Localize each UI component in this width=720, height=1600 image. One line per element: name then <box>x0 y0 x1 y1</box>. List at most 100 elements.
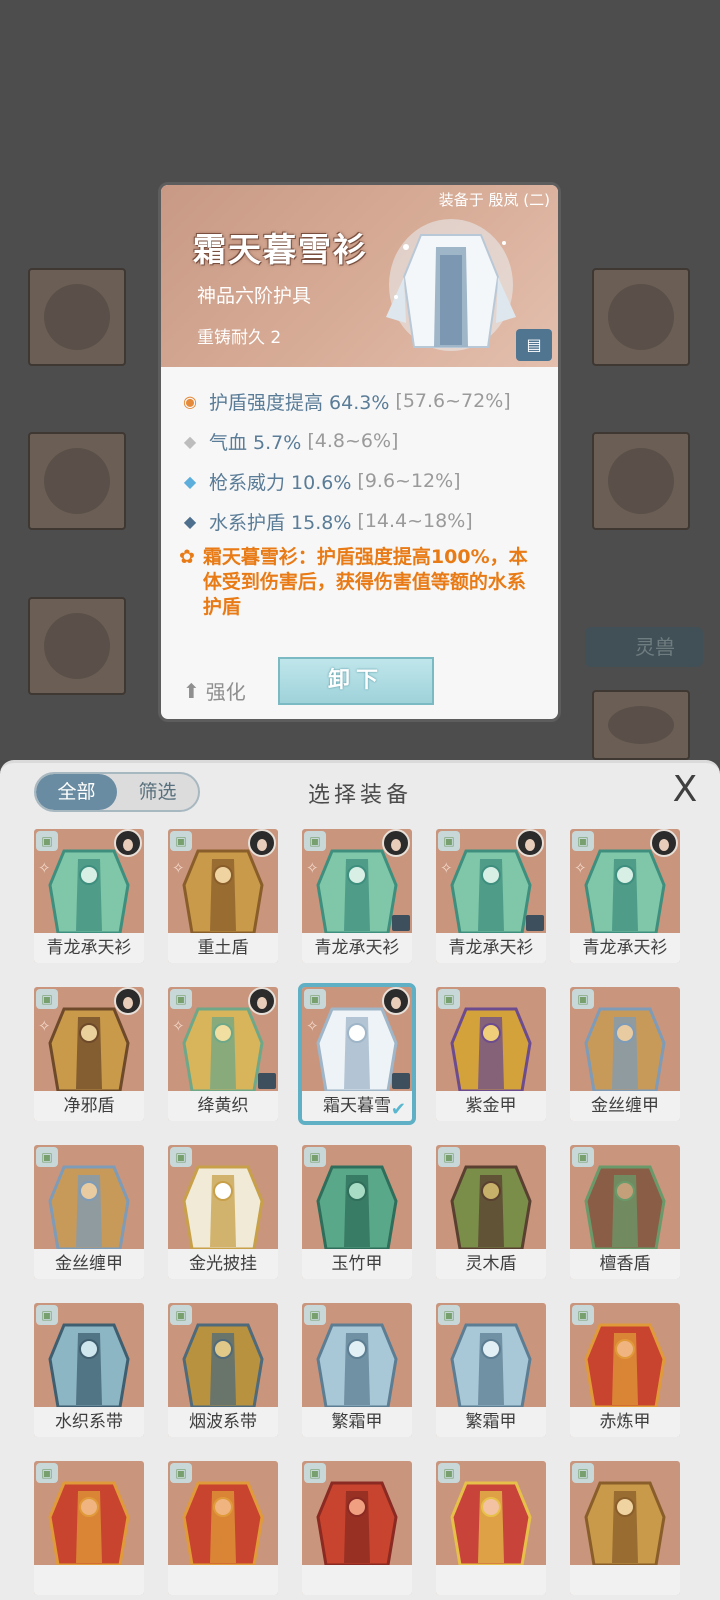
attribute-text: 水系护盾 15.8% <box>209 511 352 534</box>
equipment-card-name: 绛黄织 <box>168 1091 278 1121</box>
equipment-card[interactable]: ▣ 金丝缠甲 <box>570 987 680 1121</box>
equipment-robe-art <box>386 219 516 351</box>
check-icon: ✔ <box>390 1099 406 1120</box>
equipment-detail-card: 装备于 殷岚 (二) 霜天暮雪衫 神品六阶护具 重铸耐久 2 ▤ ◉ 护盾强度提… <box>158 182 561 722</box>
special-effect-icon: ✿ <box>179 546 195 568</box>
set-effect: ✿ 霜天暮雪衫：护盾强度提高100%，本体受到伤害后，获得伤害值等额的水系护盾 <box>179 545 538 620</box>
equipment-card-name: 繁霜甲 <box>436 1407 546 1437</box>
equipment-card[interactable]: ▣ 玉竹甲 <box>302 1145 412 1279</box>
equipment-card[interactable]: ▣ ✧ 青龙承天衫 <box>302 829 412 963</box>
armor-type-icon: ▣ <box>304 831 326 851</box>
equipment-card[interactable]: ▣ 金光披挂 <box>168 1145 278 1279</box>
lock-icon <box>526 915 544 931</box>
armor-type-icon: ▣ <box>438 1463 460 1483</box>
bg-slot-right-1 <box>592 268 690 366</box>
equipment-card[interactable]: ▣ <box>436 1461 546 1595</box>
equipped-character-avatar <box>650 829 678 857</box>
equipment-card[interactable]: ▣ ✧ 霜天暮雪 ✔ <box>298 983 416 1125</box>
equipment-card-name <box>302 1565 412 1595</box>
unequip-button[interactable]: 卸下 <box>278 657 434 705</box>
equipped-character-avatar <box>382 987 410 1015</box>
armor-type-icon: ▣ <box>36 831 58 851</box>
equipped-character-avatar <box>114 829 142 857</box>
set-effect-text: 霜天暮雪衫：护盾强度提高100%，本体受到伤害后，获得伤害值等额的水系护盾 <box>202 546 528 618</box>
equipment-card[interactable]: ▣ ✧ 净邪盾 <box>34 987 144 1121</box>
attribute-row: ◆ 枪系威力 10.6% [9.6~12%] <box>179 461 538 501</box>
equipment-card[interactable]: ▣ 水织系带 <box>34 1303 144 1437</box>
equipment-card-name <box>570 1565 680 1595</box>
equipment-card[interactable]: ▣ 紫金甲 <box>436 987 546 1121</box>
equipment-card-name: 繁霜甲 <box>302 1407 412 1437</box>
upgrade-button[interactable]: ⬆ 强化 <box>183 676 246 705</box>
equipment-card[interactable]: ▣ 檀香盾 <box>570 1145 680 1279</box>
equipment-card-name: 赤炼甲 <box>570 1407 680 1437</box>
equipped-character-avatar <box>248 829 276 857</box>
diamond-navy-icon: ◆ <box>183 511 197 531</box>
equipment-card[interactable]: ▣ ✧ 青龙承天衫 <box>34 829 144 963</box>
lock-icon <box>392 915 410 931</box>
attribute-range: [14.4~18%] <box>357 510 473 532</box>
attribute-row: ◉ 护盾强度提高 64.3% [57.6~72%] <box>179 381 538 421</box>
equipment-card[interactable]: ▣ 赤炼甲 <box>570 1303 680 1437</box>
special-effect-icon: ✧ <box>440 859 453 877</box>
equipment-card[interactable]: ▣ <box>34 1461 144 1595</box>
equipped-character-avatar <box>516 829 544 857</box>
attribute-text: 气血 5.7% <box>209 431 302 454</box>
equipment-card-name <box>168 1565 278 1595</box>
armor-type-icon: ▣ <box>304 1305 326 1325</box>
equipment-card[interactable]: ▣ <box>570 1461 680 1595</box>
armor-type-icon: ▣ <box>170 989 192 1009</box>
armor-type-icon: ▣ <box>572 1147 594 1167</box>
close-button[interactable]: X <box>666 769 704 811</box>
equipment-card[interactable]: ▣ <box>302 1461 412 1595</box>
equipment-card-name: 青龙承天衫 <box>570 933 680 963</box>
bg-slot-left-3 <box>28 597 126 695</box>
equipment-card[interactable]: ▣ 繁霜甲 <box>302 1303 412 1437</box>
detail-header: 装备于 殷岚 (二) 霜天暮雪衫 神品六阶护具 重铸耐久 2 ▤ <box>161 185 558 367</box>
armor-type-icon: ▣ <box>170 1463 192 1483</box>
equipment-card[interactable]: ▣ ✧ 青龙承天衫 <box>570 829 680 963</box>
armor-type-icon: ▣ <box>304 1147 326 1167</box>
armor-type-icon: ▣ <box>304 989 326 1009</box>
recast-durability: 重铸耐久 2 <box>197 328 282 348</box>
special-effect-icon: ✧ <box>306 1017 319 1035</box>
equipment-card[interactable]: ▣ 金丝缠甲 <box>34 1145 144 1279</box>
armor-type-icon: ▣ <box>438 989 460 1009</box>
armor-type-icon: ▣ <box>170 831 192 851</box>
equipment-card-name <box>34 1565 144 1595</box>
equipment-card-name: 檀香盾 <box>570 1249 680 1279</box>
armor-type-icon: ▣ <box>304 1463 326 1483</box>
equipment-card-name: 重土盾 <box>168 933 278 963</box>
equipment-title: 霜天暮雪衫 <box>193 230 368 269</box>
special-effect-icon: ✧ <box>306 859 319 877</box>
equipment-card-name: 水织系带 <box>34 1407 144 1437</box>
attribute-range: [4.8~6%] <box>307 430 399 452</box>
equipment-card-name: 灵木盾 <box>436 1249 546 1279</box>
armor-type-icon: ▣ <box>438 1305 460 1325</box>
equipment-card[interactable]: ▣ 烟波系带 <box>168 1303 278 1437</box>
diamond-grey-icon: ◆ <box>183 431 197 451</box>
armor-type-icon: ▣ <box>572 989 594 1009</box>
equipment-card-name: 金丝缠甲 <box>570 1091 680 1121</box>
equipment-card[interactable]: ▣ 繁霜甲 <box>436 1303 546 1437</box>
diamond-blue-icon: ◆ <box>183 471 197 491</box>
equipment-card-name <box>436 1565 546 1595</box>
equipment-card[interactable]: ▣ ✧ 重土盾 <box>168 829 278 963</box>
equipment-card[interactable]: ▣ 灵木盾 <box>436 1145 546 1279</box>
lock-icon <box>258 1073 276 1089</box>
equipment-card[interactable]: ▣ ✧ 绛黄织 <box>168 987 278 1121</box>
attribute-row: ◆ 水系护盾 15.8% [14.4~18%] <box>179 501 538 541</box>
attribute-text: 护盾强度提高 64.3% <box>209 391 390 414</box>
equipment-card[interactable]: ▣ <box>168 1461 278 1595</box>
lock-toggle-icon[interactable]: ▤ <box>516 329 552 361</box>
armor-type-icon: ▣ <box>572 1463 594 1483</box>
spirit-beast-tab[interactable]: 灵兽 <box>585 627 703 667</box>
equipment-card-name: 青龙承天衫 <box>302 933 412 963</box>
armor-type-icon: ▣ <box>572 1305 594 1325</box>
armor-type-icon: ▣ <box>438 831 460 851</box>
bg-slot-right-2 <box>592 432 690 530</box>
armor-type-icon: ▣ <box>36 1463 58 1483</box>
special-effect-icon: ✧ <box>38 1017 51 1035</box>
equipment-card[interactable]: ▣ ✧ 青龙承天衫 <box>436 829 546 963</box>
armor-type-icon: ▣ <box>36 1147 58 1167</box>
